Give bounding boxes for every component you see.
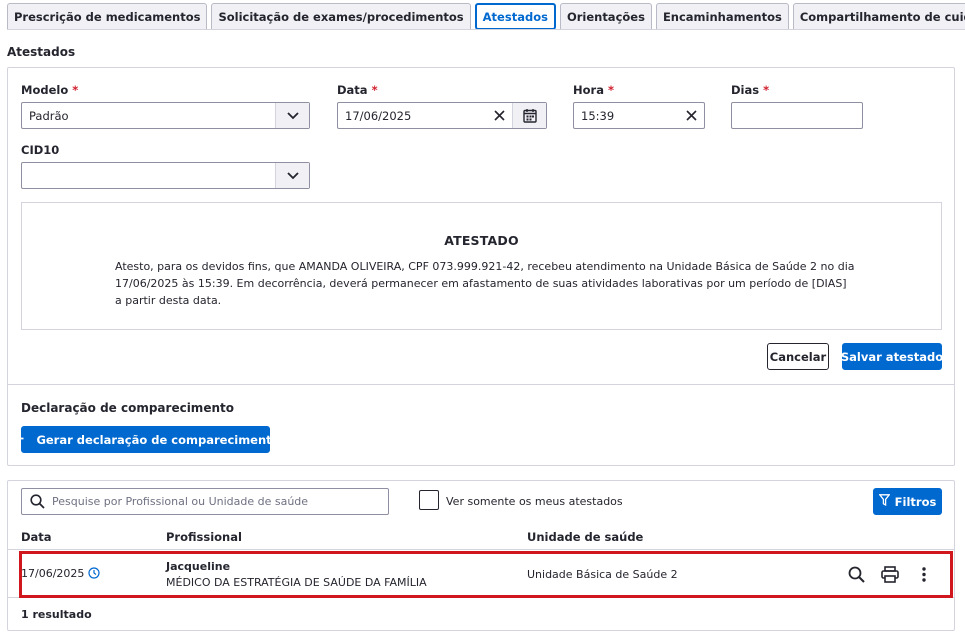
own-only-checkbox[interactable] xyxy=(419,490,439,510)
tab-compartilhamento[interactable]: Compartilhamento de cuidado xyxy=(792,3,965,30)
filters-label: Filtros xyxy=(894,494,937,509)
dias-label: Dias * xyxy=(731,83,770,97)
filter-icon xyxy=(878,494,891,509)
preview-title: ATESTADO xyxy=(444,233,519,248)
result-count: 1 resultado xyxy=(21,608,92,621)
tab-solicitacao-exames[interactable]: Solicitação de exames/procedimentos xyxy=(211,3,471,30)
search-placeholder: Pesquise por Profissional ou Unidade de … xyxy=(52,495,309,508)
modelo-select[interactable]: Padrão xyxy=(21,102,310,129)
gerar-declaracao-label: Gerar declaração de comparecimento xyxy=(36,432,280,447)
tab-atestados[interactable]: Atestados xyxy=(474,3,556,30)
search-icon xyxy=(22,494,52,509)
save-atestado-button[interactable]: Salvar atestado xyxy=(841,343,943,370)
hora-label: Hora * xyxy=(573,83,614,97)
row-highlight-box xyxy=(19,551,953,598)
plus-icon xyxy=(11,432,24,448)
hora-input[interactable]: 15:39 xyxy=(573,102,705,129)
section-divider xyxy=(7,384,955,385)
tab-orientacoes[interactable]: Orientações xyxy=(559,3,652,30)
declaracao-title: Declaração de comparecimento xyxy=(21,401,234,415)
cid10-label: CID10 xyxy=(21,143,60,157)
data-input[interactable]: 17/06/2025 xyxy=(337,102,547,129)
filters-button[interactable]: Filtros xyxy=(873,488,942,515)
column-header-unidade[interactable]: Unidade de saúde xyxy=(527,530,643,544)
chevron-down-icon[interactable] xyxy=(275,103,309,128)
preview-body: Atesto, para os devidos fins, que AMANDA… xyxy=(115,260,855,307)
atestado-preview: ATESTADO Atesto, para os devidos fins, q… xyxy=(21,202,942,330)
table-header xyxy=(8,521,954,550)
chevron-down-icon[interactable] xyxy=(275,163,309,188)
tab-divider xyxy=(7,29,965,30)
column-header-data[interactable]: Data xyxy=(21,530,52,544)
tab-bar: Prescrição de medicamentos Solicitação d… xyxy=(7,3,965,30)
tab-prescricao[interactable]: Prescrição de medicamentos xyxy=(7,3,208,30)
tab-encaminhamentos[interactable]: Encaminhamentos xyxy=(655,3,789,30)
gerar-declaracao-button[interactable]: Gerar declaração de comparecimento xyxy=(11,426,280,453)
section-title: Atestados xyxy=(7,45,76,59)
own-only-label: Ver somente os meus atestados xyxy=(446,495,623,508)
cid10-select[interactable] xyxy=(21,162,310,189)
hora-value: 15:39 xyxy=(581,108,615,123)
column-header-profissional[interactable]: Profissional xyxy=(166,530,242,544)
modelo-label: Modelo * xyxy=(21,83,79,97)
data-label: Data * xyxy=(337,83,378,97)
close-icon[interactable] xyxy=(486,103,512,128)
modelo-value: Padrão xyxy=(29,108,69,123)
close-icon[interactable] xyxy=(678,103,704,128)
calendar-icon[interactable] xyxy=(512,103,546,128)
data-value: 17/06/2025 xyxy=(345,108,412,123)
search-input[interactable]: Pesquise por Profissional ou Unidade de … xyxy=(21,488,389,515)
dias-input[interactable] xyxy=(731,102,863,129)
cancel-button[interactable]: Cancelar xyxy=(767,343,829,370)
